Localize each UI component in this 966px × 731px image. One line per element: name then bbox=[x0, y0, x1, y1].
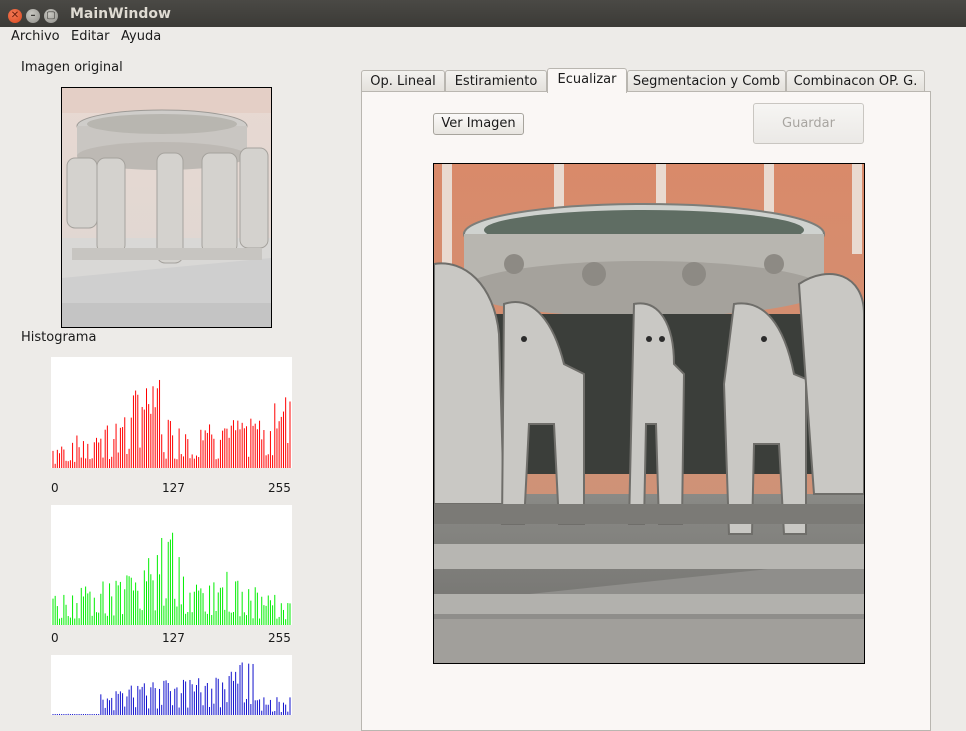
tab-op-lineal[interactable]: Op. Lineal bbox=[361, 70, 445, 92]
ver-imagen-button[interactable]: Ver Imagen bbox=[433, 113, 524, 135]
tab-ecualizar[interactable]: Ecualizar bbox=[547, 68, 627, 93]
green-axis-mid: 127 bbox=[162, 631, 185, 645]
tab-segmentacion-y-comb[interactable]: Segmentacion y Comb bbox=[627, 70, 786, 92]
histogram-red-chart bbox=[52, 379, 291, 468]
green-axis-min: 0 bbox=[51, 631, 59, 645]
maximize-window-button[interactable]: ▢ bbox=[44, 9, 58, 23]
menu-archivo[interactable]: Archivo bbox=[11, 29, 60, 44]
green-axis-max: 255 bbox=[268, 631, 291, 645]
red-axis-min: 0 bbox=[51, 481, 59, 495]
histogram-label: Histograma bbox=[21, 330, 97, 345]
original-image-label: Imagen original bbox=[21, 60, 123, 75]
menu-bar: Archivo Editar Ayuda bbox=[0, 27, 966, 47]
histogram-blue-chart bbox=[52, 662, 291, 715]
red-axis-max: 255 bbox=[268, 481, 291, 495]
histogram-blue bbox=[51, 655, 292, 715]
original-image bbox=[61, 87, 272, 328]
menu-ayuda[interactable]: Ayuda bbox=[121, 29, 161, 44]
menu-editar[interactable]: Editar bbox=[71, 29, 110, 44]
equalized-image bbox=[433, 163, 865, 664]
histogram-green bbox=[51, 505, 292, 625]
minimize-window-button[interactable]: – bbox=[26, 9, 40, 23]
guardar-button[interactable]: Guardar bbox=[753, 103, 864, 144]
window-titlebar: ✕ – ▢ MainWindow bbox=[0, 0, 966, 30]
histogram-red bbox=[51, 357, 292, 468]
histogram-green-chart bbox=[52, 532, 291, 625]
tab-estiramiento[interactable]: Estiramiento bbox=[445, 70, 547, 92]
red-axis-mid: 127 bbox=[162, 481, 185, 495]
tab-combinacion-op-g[interactable]: Combinacon OP. G. bbox=[786, 70, 925, 92]
close-window-button[interactable]: ✕ bbox=[8, 9, 22, 23]
window-title: MainWindow bbox=[70, 6, 171, 22]
